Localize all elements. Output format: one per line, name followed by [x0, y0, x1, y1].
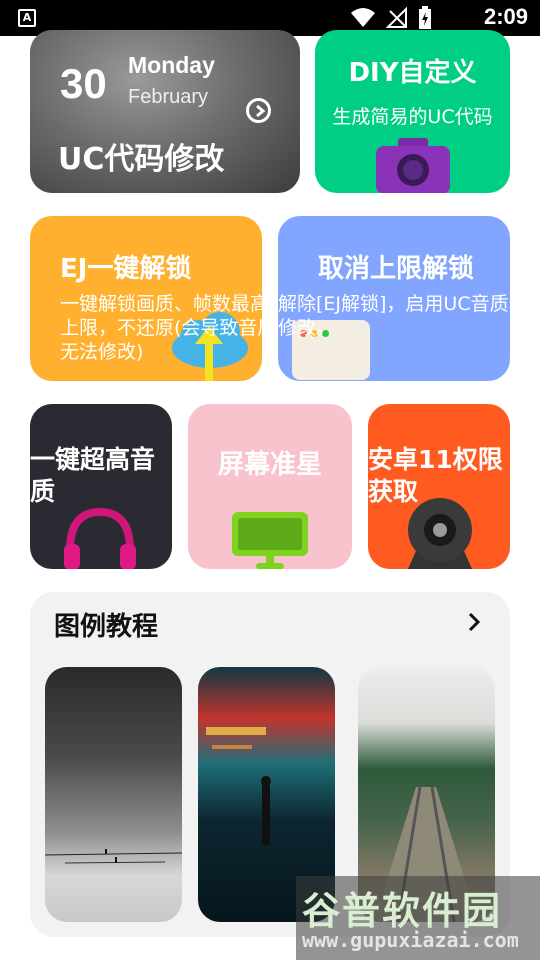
- camera-icon: [376, 138, 450, 193]
- uc-code-edit-card[interactable]: 30 Monday February UC代码修改: [30, 30, 300, 193]
- tutorial-thumbnail[interactable]: [45, 667, 182, 922]
- section-title: 图例教程: [54, 612, 159, 642]
- card-title: DIY自定义: [348, 58, 477, 88]
- diy-custom-card[interactable]: DIY自定义 生成简易的UC代码: [315, 30, 510, 193]
- arrow-circle-icon[interactable]: [246, 98, 271, 123]
- watermark-text: 谷普软件园: [302, 889, 503, 933]
- wifi-icon: [351, 8, 375, 27]
- card-title: UC代码修改: [58, 142, 225, 177]
- card-subtitle: 生成简易的UC代码: [332, 106, 493, 128]
- date-day: 30: [60, 60, 107, 107]
- ej-unlock-card[interactable]: EJ一键解锁 一键解锁画质、帧数最高上限，不还原(会导致音质无法修改): [30, 216, 262, 381]
- monitor-icon: [232, 512, 308, 569]
- card-title: 一键超高音质: [30, 445, 156, 506]
- status-icons: [350, 6, 432, 30]
- card-description: 一键解锁画质、帧数最高上限，不还原(会导致音质无法修改): [60, 293, 262, 363]
- app-notification-icon: A: [18, 9, 36, 27]
- super-audio-card[interactable]: 一键超高音质: [30, 404, 172, 569]
- chevron-right-icon[interactable]: [462, 610, 486, 634]
- card-description: 解除[EJ解锁]，启用UC音质修改。: [278, 293, 509, 339]
- no-signal-icon: [386, 7, 407, 28]
- battery-charging-icon: [419, 6, 431, 29]
- card-title: 屏幕准星: [217, 450, 322, 480]
- headphones-icon: [64, 508, 136, 569]
- cancel-limit-card[interactable]: 取消上限解锁 解除[EJ解锁]，启用UC音质修改。: [278, 216, 510, 381]
- screen-crosshair-card[interactable]: 屏幕准星: [188, 404, 352, 569]
- card-title: EJ一键解锁: [60, 254, 192, 284]
- android11-permission-card[interactable]: 安卓11权限获取: [368, 404, 510, 569]
- webcam-icon: [408, 498, 472, 569]
- clock: 2:09: [483, 4, 528, 29]
- card-title: 取消上限解锁: [318, 254, 475, 284]
- date-month: February: [128, 86, 209, 108]
- date-weekday: Monday: [128, 52, 215, 78]
- watermark: 谷普软件园 www.gupuxiazai.com: [296, 876, 540, 960]
- watermark-url: www.gupuxiazai.com: [302, 928, 519, 952]
